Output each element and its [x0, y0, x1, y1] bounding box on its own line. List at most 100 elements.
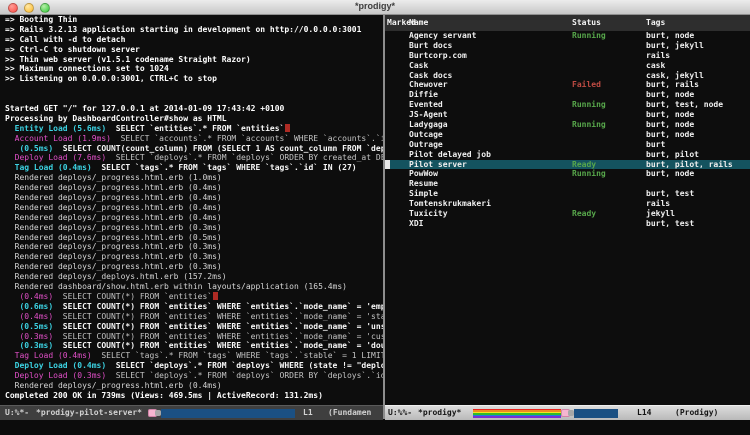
process-row[interactable]: Caskcask — [385, 61, 750, 71]
log-line: => Rails 3.2.13 application starting in … — [0, 25, 383, 35]
process-row[interactable]: Simpleburt, test — [385, 189, 750, 199]
log-segment: Rendered deploys/_progress.html.erb (0.3… — [5, 252, 222, 261]
process-name: Resume — [409, 179, 438, 189]
log-segment: Rendered deploys/_deploys.html.erb (157.… — [5, 272, 227, 281]
nyan-progress-bar — [148, 409, 295, 418]
log-segment: (0.4ms) — [5, 312, 53, 321]
process-name: Simple — [409, 189, 438, 199]
process-row[interactable]: Burt docsburt, jekyll — [385, 41, 750, 51]
log-line: (0.3ms) SELECT COUNT(*) FROM `entities` … — [0, 341, 383, 351]
prodigy-modeline-line-number: L14 — [637, 408, 651, 417]
process-row[interactable]: LadygagaRunningburt, node — [385, 120, 750, 130]
log-line: Entity Load (5.6ms) SELECT `entities`.* … — [0, 124, 383, 134]
process-name: XDI — [409, 219, 423, 229]
process-row[interactable]: Outcageburt, node — [385, 130, 750, 140]
process-row[interactable]: Burtcorp.comrails — [385, 51, 750, 61]
column-header-name[interactable]: Name — [409, 15, 428, 31]
minibuffer[interactable] — [0, 420, 750, 435]
log-segment: (0.6ms) — [5, 302, 53, 311]
process-row[interactable]: Cask docs cask, jekyll — [385, 71, 750, 81]
log-line: Rendered deploys/_progress.html.erb (0.4… — [0, 203, 383, 213]
log-segment: SELECT COUNT(*) FROM `entities` WHERE `e… — [53, 332, 383, 341]
process-status: Ready — [572, 209, 596, 219]
nyan-rainbow-bar — [473, 409, 561, 418]
trailing-whitespace-block — [213, 292, 218, 300]
process-row[interactable]: Tomtenskrukmakerirails — [385, 199, 750, 209]
log-line: Rendered dashboard/show.html.erb within … — [0, 282, 383, 292]
prodigy-modeline-flags: U:%%- — [388, 408, 412, 417]
process-table-rows: Agency servantRunningburt, nodeBurt docs… — [385, 31, 750, 229]
process-row[interactable]: EventedRunningburt, test, node — [385, 100, 750, 110]
log-segment: Rendered deploys/_progress.html.erb (0.4… — [5, 193, 222, 202]
log-segment: Deploy Load (7.6ms) — [5, 153, 106, 162]
log-line: Processing by DashboardController#show a… — [0, 114, 383, 124]
log-line: >> Maximum connections set to 1024 — [0, 64, 383, 74]
column-header-status[interactable]: Status — [572, 15, 601, 31]
prodigy-process-pane[interactable]: Marked Name Status Tags Agency servantRu… — [385, 15, 750, 405]
process-name: Diffie — [409, 90, 438, 100]
log-line — [0, 84, 383, 94]
process-row[interactable]: JS-Agent burt, node — [385, 110, 750, 120]
log-modeline-mode: (Fundamen — [328, 408, 371, 417]
nyan-space-bar — [161, 409, 295, 418]
process-tags: burt, pilot, rails — [646, 160, 733, 170]
log-segment: SELECT `deploys`.* FROM `deploys` ORDER … — [106, 371, 383, 380]
log-modeline-line-number: L1 — [303, 408, 313, 417]
log-segment: Account Load (1.9ms) — [5, 134, 111, 143]
prodigy-modeline-mode: (Prodigy) — [675, 408, 718, 417]
log-line: => Ctrl-C to shutdown server — [0, 45, 383, 55]
process-name: Cask docs — [409, 71, 452, 81]
log-segment: >> Maximum connections set to 1024 — [5, 64, 169, 73]
process-tags: burt, node — [646, 169, 694, 179]
process-tags: burt, node — [646, 110, 694, 120]
process-tags: cask, jekyll — [646, 71, 704, 81]
log-segment: Tag Load (0.4ms) — [5, 163, 92, 172]
log-segment: Rendered deploys/_progress.html.erb (0.3… — [5, 242, 222, 251]
log-line: >> Listening on 0.0.0.0:3001, CTRL+C to … — [0, 74, 383, 84]
nyan-space-bar — [574, 409, 618, 418]
process-name: Pilot server — [409, 160, 467, 170]
server-log-lines: => Booting Thin=> Rails 3.2.13 applicati… — [0, 15, 383, 401]
log-line — [0, 94, 383, 104]
process-name: Agency servant — [409, 31, 476, 41]
log-segment: SELECT COUNT(*) FROM `entities` WHERE `e… — [53, 322, 383, 331]
process-row[interactable]: Diffieburt, node — [385, 90, 750, 100]
process-name: PowWow — [409, 169, 438, 179]
server-log-pane[interactable]: => Booting Thin=> Rails 3.2.13 applicati… — [0, 15, 383, 405]
log-segment: SELECT `entities`.* FROM `entities` — [106, 124, 284, 133]
log-segment: >> Thin web server (v1.5.1 codename Stra… — [5, 55, 251, 64]
process-row[interactable]: Agency servantRunningburt, node — [385, 31, 750, 41]
process-row[interactable]: Resume — [385, 179, 750, 189]
log-segment: Rendered deploys/_progress.html.erb (0.4… — [5, 203, 222, 212]
process-name: Chewover — [409, 80, 448, 90]
log-segment: (0.5ms) — [5, 144, 53, 153]
log-line: (0.4ms) SELECT COUNT(*) FROM `entities` — [0, 292, 383, 302]
log-line: Started GET "/" for 127.0.0.1 at 2014-01… — [0, 104, 383, 114]
window-titlebar[interactable]: *prodigy* — [0, 0, 750, 15]
window-title: *prodigy* — [0, 1, 750, 11]
column-header-tags[interactable]: Tags — [646, 15, 665, 31]
log-segment: Processing by DashboardController#show a… — [5, 114, 227, 123]
log-line: Rendered deploys/_progress.html.erb (0.3… — [0, 252, 383, 262]
log-line: >> Thin web server (v1.5.1 codename Stra… — [0, 55, 383, 65]
process-row[interactable]: TuxicityReadyjekyll — [385, 209, 750, 219]
process-name: JS-Agent — [409, 110, 448, 120]
log-modeline[interactable]: U:%*- *prodigy-pilot-server* L1 (Fundame… — [0, 405, 383, 420]
process-row[interactable]: Outrageburt — [385, 140, 750, 150]
log-line: (0.3ms) SELECT COUNT(*) FROM `entities` … — [0, 332, 383, 342]
log-segment: SELECT COUNT(count_column) FROM (SELECT … — [53, 144, 383, 153]
log-line: Rendered deploys/_progress.html.erb (0.4… — [0, 381, 383, 391]
process-tags: cask — [646, 61, 665, 71]
process-name: Pilot delayed job — [409, 150, 491, 160]
process-row[interactable]: Pilot serverReadyburt, pilot, rails — [385, 160, 750, 170]
prodigy-modeline[interactable]: U:%%- *prodigy* L14 (Prodigy) — [385, 405, 750, 420]
process-row[interactable]: Pilot delayed jobburt, pilot — [385, 150, 750, 160]
log-modeline-flags: U:%*- — [5, 408, 29, 417]
process-name: Tuxicity — [409, 209, 448, 219]
log-segment: SELECT `tags`.* FROM `tags` WHERE `tags`… — [92, 351, 383, 360]
process-tags: rails — [646, 51, 670, 61]
log-line: (0.4ms) SELECT COUNT(*) FROM `entities` … — [0, 312, 383, 322]
process-row[interactable]: PowWowRunningburt, node — [385, 169, 750, 179]
process-row[interactable]: XDIburt, test — [385, 219, 750, 229]
process-row[interactable]: ChewoverFailedburt, rails — [385, 80, 750, 90]
